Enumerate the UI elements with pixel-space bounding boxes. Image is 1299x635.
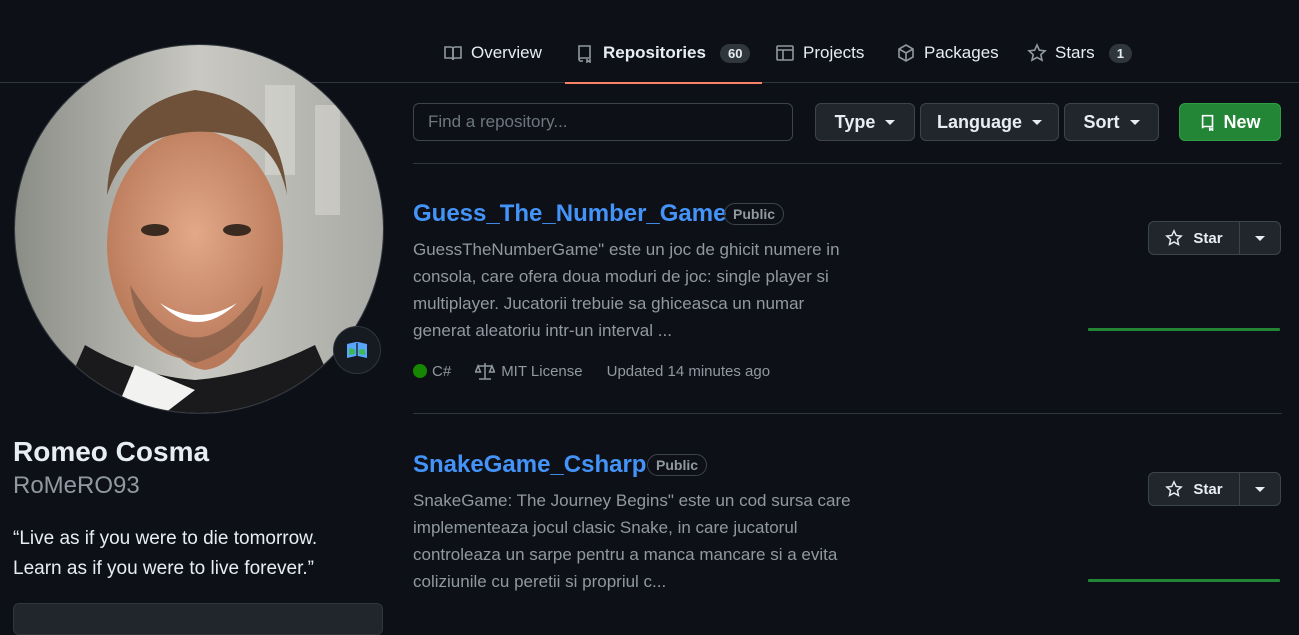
tab-repositories[interactable]: Repositories 60 [564,38,763,84]
star-list-dropdown[interactable] [1240,473,1280,505]
repository-language: C# [432,362,452,380]
description-line: SnakeGame: The Journey Begins" este un c… [413,491,851,510]
sort-filter-label: Sort [1083,111,1120,132]
divider [413,413,1282,414]
caret-down-icon [1255,486,1265,492]
stars-count-badge: 1 [1108,43,1132,63]
profile-name: Romeo Cosma [13,436,210,467]
tab-overview[interactable]: Overview [443,38,542,68]
repository-search-input[interactable] [413,103,793,141]
star-button-group: Star [1148,472,1281,506]
repo-icon [578,45,591,63]
visibility-badge: Public [724,203,785,225]
repository-link[interactable]: Guess_The_Number_Game [413,200,726,228]
star-icon [1027,43,1047,62]
star-label: Star [1193,229,1223,247]
description-line: consola, care ofera doua moduri de joc: … [413,267,829,286]
repository-description: GuessTheNumberGame" este un joc de ghici… [413,236,863,344]
law-scale-icon [475,363,496,380]
tab-projects[interactable]: Projects [775,38,864,68]
description-line: multiplayer. Jucatorii trebuie sa ghicea… [413,294,805,313]
type-filter-label: Type [834,111,876,132]
book-icon [444,46,462,61]
description-line: generat aleatoriu intr-un interval ... [413,321,672,340]
profile-login: RoMeRO93 [13,472,140,499]
caret-down-icon [1129,119,1140,125]
star-button[interactable]: Star [1149,222,1240,254]
license-link[interactable]: MIT License [475,362,583,380]
caret-down-icon [1255,235,1265,241]
map-book-icon [347,342,367,358]
star-icon [1165,480,1184,497]
tab-stars-label: Stars [1055,43,1095,62]
activity-sparkline [1088,579,1280,582]
description-line: coliziunile cu peretii si propriul c... [413,572,667,591]
edit-profile-button[interactable] [13,603,383,635]
tab-repositories-label: Repositories [603,43,706,62]
repository-meta: C# MIT License Updated 14 minutes ago [413,362,770,380]
bio-line: Learn as if you were to live forever.” [13,558,314,579]
language-filter-label: Language [936,111,1022,132]
repositories-count-badge: 60 [719,43,751,63]
package-icon [898,44,914,62]
tab-packages-label: Packages [924,43,999,62]
profile-bio: “Live as if you were to die tomorrow. Le… [13,524,383,584]
star-icon [1165,229,1184,246]
language-color-dot [413,364,427,378]
tab-projects-label: Projects [803,43,865,62]
visibility-badge: Public [647,454,708,476]
divider [413,163,1282,164]
table-icon [776,45,794,61]
avatar[interactable] [14,44,384,414]
sort-filter-button[interactable]: Sort [1064,103,1159,141]
repo-icon [1202,114,1214,131]
caret-down-icon [885,119,896,125]
description-line: GuessTheNumberGame" este un joc de ghici… [413,240,840,259]
repository-description: SnakeGame: The Journey Begins" este un c… [413,487,863,595]
bio-line: “Live as if you were to die tomorrow. [13,528,318,549]
tab-packages[interactable]: Packages [896,38,999,68]
tab-stars[interactable]: Stars 1 [1027,38,1132,68]
tab-overview-label: Overview [471,43,542,62]
new-repository-button[interactable]: New [1179,103,1281,141]
new-repository-label: New [1223,111,1261,132]
star-button-group: Star [1148,221,1281,255]
star-list-dropdown[interactable] [1240,222,1280,254]
type-filter-button[interactable]: Type [815,103,915,141]
description-line: controleaza un sarpe pentru a manca manc… [413,545,838,564]
activity-sparkline [1088,328,1280,331]
language-filter-button[interactable]: Language [920,103,1059,141]
caret-down-icon [1032,119,1042,125]
star-button[interactable]: Star [1149,473,1240,505]
star-label: Star [1193,480,1223,498]
status-button[interactable] [333,326,381,374]
license-label: MIT License [501,362,583,380]
description-line: implementeaza jocul clasic Snake, in car… [413,518,798,537]
repository-link[interactable]: SnakeGame_Csharp [413,451,646,479]
avatar-photo [15,45,383,413]
updated-time: Updated 14 minutes ago [606,362,771,380]
